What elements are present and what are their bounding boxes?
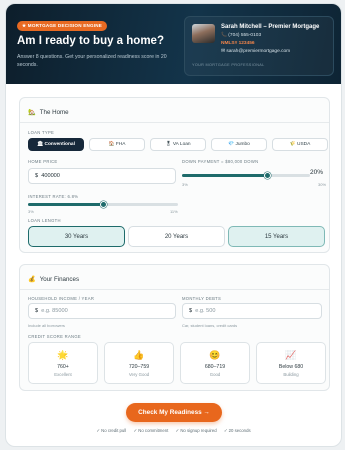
income-label: HOUSEHOLD INCOME / YEAR xyxy=(28,296,95,301)
home-heading-text: The Home xyxy=(39,109,69,116)
loan-type-usda[interactable]: 🌾 USDA xyxy=(272,138,328,151)
loan-type-jumbo[interactable]: 💎 Jumbo xyxy=(211,138,267,151)
debts-label: MONTHLY DEBTS xyxy=(182,296,222,301)
finances-section: 💰 Your Finances HOUSEHOLD INCOME / YEAR $… xyxy=(19,264,330,391)
income-placeholder: e.g. 85000 xyxy=(41,308,68,314)
down-payment-fill xyxy=(182,174,268,177)
interest-rate-fill xyxy=(28,203,103,206)
assurance-item: ✓ No credit pull xyxy=(96,428,127,433)
loan-type-conventional[interactable]: 🏛 Conventional xyxy=(28,138,84,151)
smile-icon: 😊 xyxy=(209,350,221,360)
assurance-item: ✓ No commitment xyxy=(133,428,169,433)
hero-header: ★ MORTGAGE DECISION ENGINE Am I ready to… xyxy=(6,4,341,84)
assurance-list: ✓ No credit pull ✓ No commitment ✓ No si… xyxy=(6,428,341,434)
home-price-input[interactable]: $ 400000 xyxy=(28,168,176,184)
house-icon: 🏡 xyxy=(28,109,36,116)
chart-up-icon: 📈 xyxy=(285,350,297,360)
credit-option-building[interactable]: 📈 Below 680 Building xyxy=(256,342,326,384)
loan-type-va[interactable]: 🎖 VA Loan xyxy=(150,138,206,151)
debts-hint: Car, student loans, credit cards xyxy=(182,323,238,328)
assurance-item: ✓ 20 seconds xyxy=(223,428,251,433)
loan-type-label: LOAN TYPE xyxy=(28,130,55,135)
down-max: 30% xyxy=(318,182,327,187)
agent-name: Sarah Mitchell – Premier Mortgage xyxy=(221,24,320,30)
down-payment-label: DOWN PAYMENT = $80,000 DOWN xyxy=(182,159,259,164)
down-min: 3% xyxy=(182,182,188,187)
credit-range: 760+ xyxy=(57,364,69,370)
agent-card: Sarah Mitchell – Premier Mortgage 📞 (704… xyxy=(184,16,334,76)
loan-type-fha[interactable]: 🏠 FHA xyxy=(89,138,145,151)
interest-rate-handle[interactable] xyxy=(99,200,107,208)
debts-input[interactable]: $ e.g. 500 xyxy=(182,303,322,319)
loan-length-30[interactable]: 30 Years xyxy=(28,226,125,247)
finances-section-heading: 💰 Your Finances xyxy=(28,275,79,283)
check-readiness-button[interactable]: Check My Readiness → xyxy=(126,403,222,422)
page-title: Am I ready to buy a home? xyxy=(17,35,164,47)
income-input[interactable]: $ e.g. 85000 xyxy=(28,303,176,319)
agent-footer: YOUR MORTGAGE PROFESSIONAL xyxy=(192,63,265,67)
credit-desc: Excellent xyxy=(54,372,72,377)
credit-range: 720–759 xyxy=(128,364,150,370)
home-section: 🏡 The Home LOAN TYPE 🏛 Conventional 🏠 FHA… xyxy=(19,97,330,253)
agent-phone[interactable]: 📞 (704) 555-0103 xyxy=(221,33,261,38)
assurance-item: ✓ No signup required xyxy=(175,428,217,433)
home-section-heading: 🏡 The Home xyxy=(28,108,69,116)
credit-score-label: CREDIT SCORE RANGE xyxy=(28,334,82,339)
currency-prefix: $ xyxy=(35,308,39,314)
interest-rate-slider[interactable] xyxy=(28,200,178,208)
home-price-label: HOME PRICE xyxy=(28,159,58,164)
loan-length-label: LOAN LENGTH xyxy=(28,218,61,223)
divider xyxy=(20,289,329,290)
credit-option-excellent[interactable]: 🌟 760+ Excellent xyxy=(28,342,98,384)
agent-email[interactable]: ✉ sarah@premiermortgage.com xyxy=(221,49,290,54)
interest-rate-label: INTEREST RATE: 6.8% xyxy=(28,194,79,199)
agent-nmls: NMLS# 123456 xyxy=(221,41,255,46)
credit-desc: Very Good xyxy=(128,372,150,377)
debts-placeholder: e.g. 500 xyxy=(195,308,216,314)
page-subtitle: Answer 8 questions. Get your personalize… xyxy=(17,54,167,68)
home-price-value: 400000 xyxy=(41,173,60,179)
credit-range: 680–719 xyxy=(204,364,226,370)
thumbs-up-icon: 👍 xyxy=(133,350,145,360)
readiness-page: ★ MORTGAGE DECISION ENGINE Am I ready to… xyxy=(5,3,342,447)
money-bag-icon: 💰 xyxy=(28,276,36,283)
down-payment-slider[interactable] xyxy=(182,171,310,179)
credit-range: Below 680 xyxy=(278,364,304,370)
down-payment-percent: 20% xyxy=(310,169,324,176)
engine-badge: ★ MORTGAGE DECISION ENGINE xyxy=(17,21,108,31)
interest-min: 3% xyxy=(28,209,34,214)
currency-prefix: $ xyxy=(189,308,193,314)
interest-max: 11% xyxy=(170,209,178,214)
credit-option-good[interactable]: 😊 680–719 Good xyxy=(180,342,250,384)
star-icon: 🌟 xyxy=(57,350,69,360)
credit-desc: Good xyxy=(209,372,221,377)
credit-option-very-good[interactable]: 👍 720–759 Very Good xyxy=(104,342,174,384)
agent-avatar xyxy=(192,24,215,43)
divider xyxy=(20,122,329,123)
currency-prefix: $ xyxy=(35,173,39,179)
loan-length-15[interactable]: 15 Years xyxy=(228,226,325,247)
income-hint: Include all borrowers xyxy=(28,323,65,328)
loan-length-20[interactable]: 20 Years xyxy=(128,226,225,247)
finances-heading-text: Your Finances xyxy=(39,276,80,283)
down-payment-handle[interactable] xyxy=(263,171,271,179)
credit-desc: Building xyxy=(283,372,299,377)
